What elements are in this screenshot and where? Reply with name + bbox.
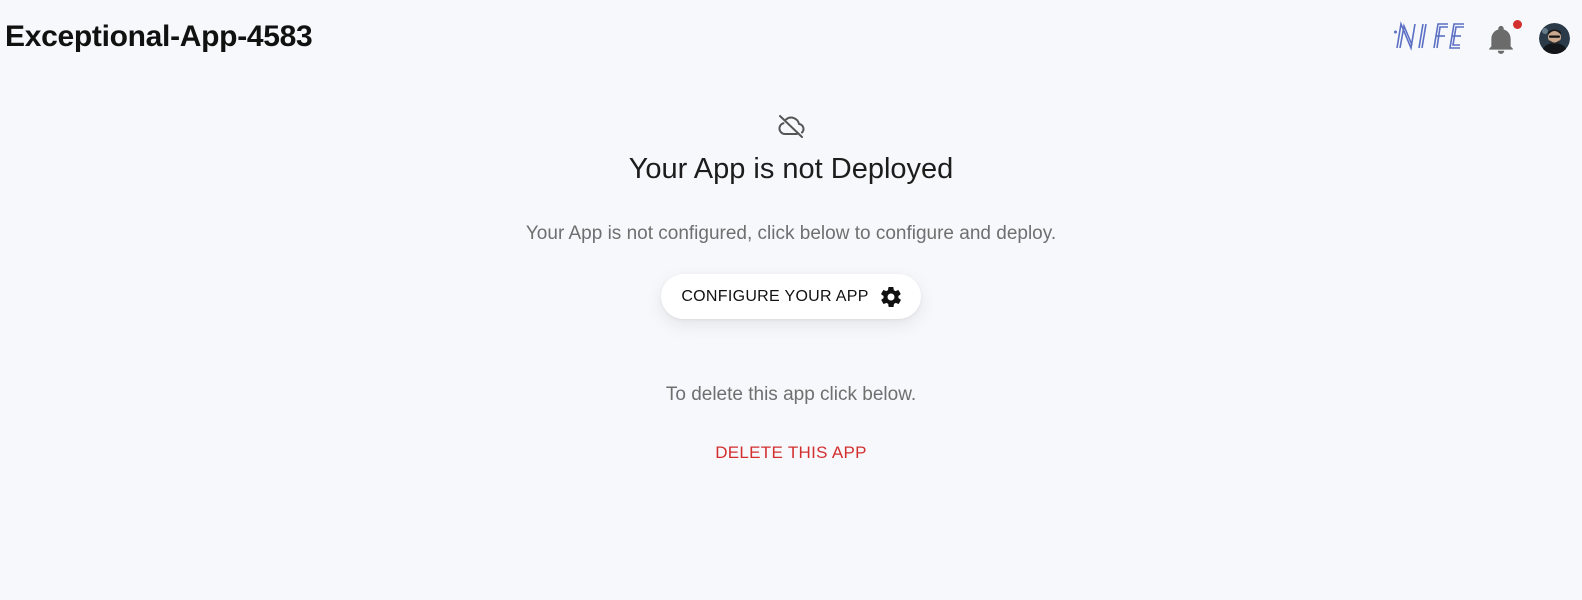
status-title: Your App is not Deployed (628, 153, 954, 185)
notification-badge (1513, 20, 1522, 29)
nife-logo-icon (1394, 21, 1464, 51)
delete-description: To delete this app click below. (665, 384, 917, 405)
bell-icon (1489, 25, 1513, 54)
app-header: Exceptional-App-4583 NIFE (0, 0, 1582, 80)
avatar[interactable] (1539, 23, 1570, 54)
configure-app-button[interactable]: CONFIGURE YOUR APP (661, 274, 921, 319)
nife-logo[interactable]: NIFE (1393, 18, 1467, 52)
user-avatar-icon (1539, 23, 1570, 54)
configure-app-label: CONFIGURE YOUR APP (681, 287, 869, 305)
delete-app-button[interactable]: DELETE THIS APP (715, 443, 867, 463)
not-deployed-panel: Your App is not Deployed Your App is not… (0, 110, 1582, 463)
app-title: Exceptional-App-4583 (5, 20, 313, 53)
notifications-button[interactable] (1488, 25, 1514, 55)
cloud-off-icon (778, 115, 805, 138)
gear-icon (880, 286, 901, 307)
status-description: Your App is not configured, click below … (525, 223, 1057, 244)
